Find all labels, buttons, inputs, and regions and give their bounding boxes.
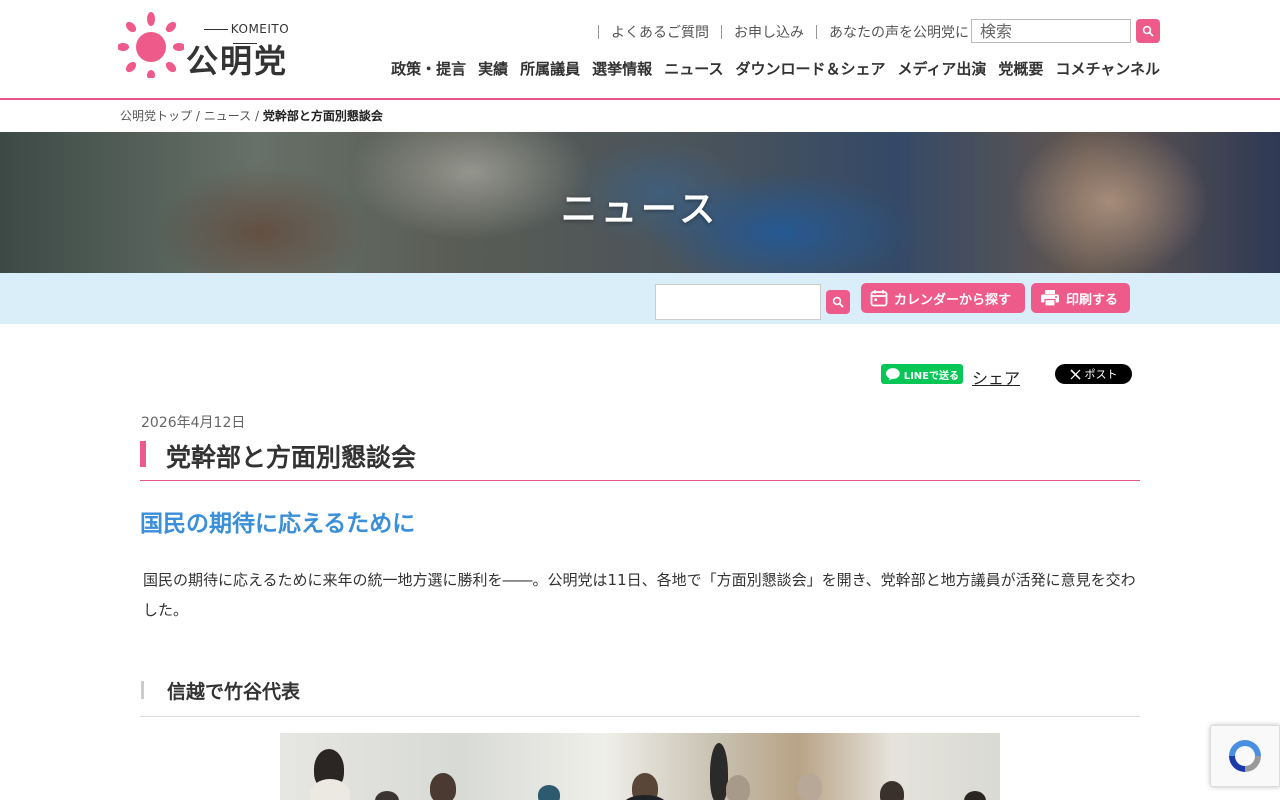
article-photo: [280, 733, 1000, 800]
search-icon: [832, 296, 844, 308]
utility-links: よくあるご質問 お申し込み あなたの声を公明党に: [586, 22, 994, 42]
article-date: 2026年4月12日: [141, 415, 246, 431]
nav-item-about[interactable]: 党概要: [998, 58, 1043, 79]
hero-title: ニュース: [560, 189, 720, 230]
photo-person: [538, 785, 560, 800]
site-search-input[interactable]: [971, 19, 1131, 43]
line-icon: [885, 368, 900, 381]
nav-item-members[interactable]: 所属議員: [520, 58, 580, 79]
line-share-label: LINEで送る: [903, 370, 959, 382]
site-header: KOMEITO 公明党 よくあるご質問 お申し込み あなたの声を公明党に 政策・…: [0, 0, 1280, 100]
photo-person: [623, 795, 667, 800]
faq-link[interactable]: よくあるご質問: [611, 22, 709, 42]
nav-item-download-share[interactable]: ダウンロード＆シェア: [735, 58, 885, 79]
nav-item-elections[interactable]: 選挙情報: [592, 58, 652, 79]
nav-item-achievements[interactable]: 実績: [478, 58, 508, 79]
article-lead: 国民の期待に応えるために来年の統一地方選に勝利を――。公明党は11日、各地で「方…: [143, 571, 1136, 619]
facebook-share-link[interactable]: シェア: [972, 365, 1020, 389]
section-title: 信越で竹谷代表: [167, 681, 301, 703]
breadcrumb-current: 党幹部と方面別懇談会: [262, 109, 383, 123]
photo-person: [964, 791, 986, 800]
print-button[interactable]: 印刷する: [1031, 283, 1130, 313]
photo-person: [430, 773, 456, 800]
komeito-logo[interactable]: KOMEITO 公明党: [118, 12, 308, 82]
breadcrumb-news[interactable]: ニュース: [204, 109, 251, 123]
calendar-icon: [870, 290, 888, 307]
nav-item-channel[interactable]: コメチャンネル: [1055, 58, 1160, 79]
nav-item-policy[interactable]: 政策・提言: [391, 58, 466, 79]
sun-logo-icon: [118, 12, 184, 78]
breadcrumb-home[interactable]: 公明党トップ: [120, 109, 192, 123]
nav-item-media[interactable]: メディア出演: [897, 58, 986, 79]
photo-person: [798, 773, 822, 800]
calendar-search-button[interactable]: カレンダーから探す: [861, 283, 1025, 313]
line-share-button[interactable]: LINEで送る: [881, 364, 963, 384]
search-icon: [1142, 25, 1154, 37]
main-nav: 政策・提言 実績 所属議員 選挙情報 ニュース ダウンロード＆シェア メディア出…: [391, 58, 1160, 79]
printer-icon: [1041, 290, 1059, 307]
breadcrumb-separator: /: [254, 109, 259, 123]
print-label: 印刷する: [1066, 292, 1119, 308]
breadcrumb-separator: /: [195, 109, 200, 123]
recaptcha-badge[interactable]: [1210, 725, 1280, 787]
section-accent-bar: [141, 681, 144, 699]
calendar-search-label: カレンダーから探す: [894, 292, 1012, 308]
divider: [816, 25, 817, 39]
voice-link[interactable]: あなたの声を公明党に: [829, 22, 969, 42]
article-title: 党幹部と方面別懇談会: [166, 443, 417, 472]
title-accent-bar: [140, 441, 146, 467]
news-search-button[interactable]: [826, 290, 850, 314]
article-subtitle: 国民の期待に応えるために: [140, 511, 416, 537]
nav-item-news[interactable]: ニュース: [664, 58, 723, 79]
breadcrumb: 公明党トップ / ニュース / 党幹部と方面別懇談会: [120, 107, 383, 124]
logo-text: 公明党: [186, 42, 289, 80]
photo-person: [375, 791, 399, 800]
title-divider: [140, 480, 1140, 481]
recaptcha-icon: [1229, 740, 1261, 772]
x-logo-icon: [1069, 368, 1081, 380]
divider: [598, 25, 599, 39]
photo-person: [726, 775, 750, 800]
photo-person: [310, 779, 350, 800]
photo-person: [880, 781, 904, 800]
section-divider: [140, 716, 1140, 717]
divider: [721, 25, 722, 39]
news-search-input[interactable]: [655, 284, 821, 320]
x-post-label: ポスト: [1084, 368, 1118, 381]
x-post-button[interactable]: ポスト: [1055, 364, 1132, 384]
site-search-button[interactable]: [1136, 19, 1160, 43]
apply-link[interactable]: お申し込み: [734, 22, 804, 42]
